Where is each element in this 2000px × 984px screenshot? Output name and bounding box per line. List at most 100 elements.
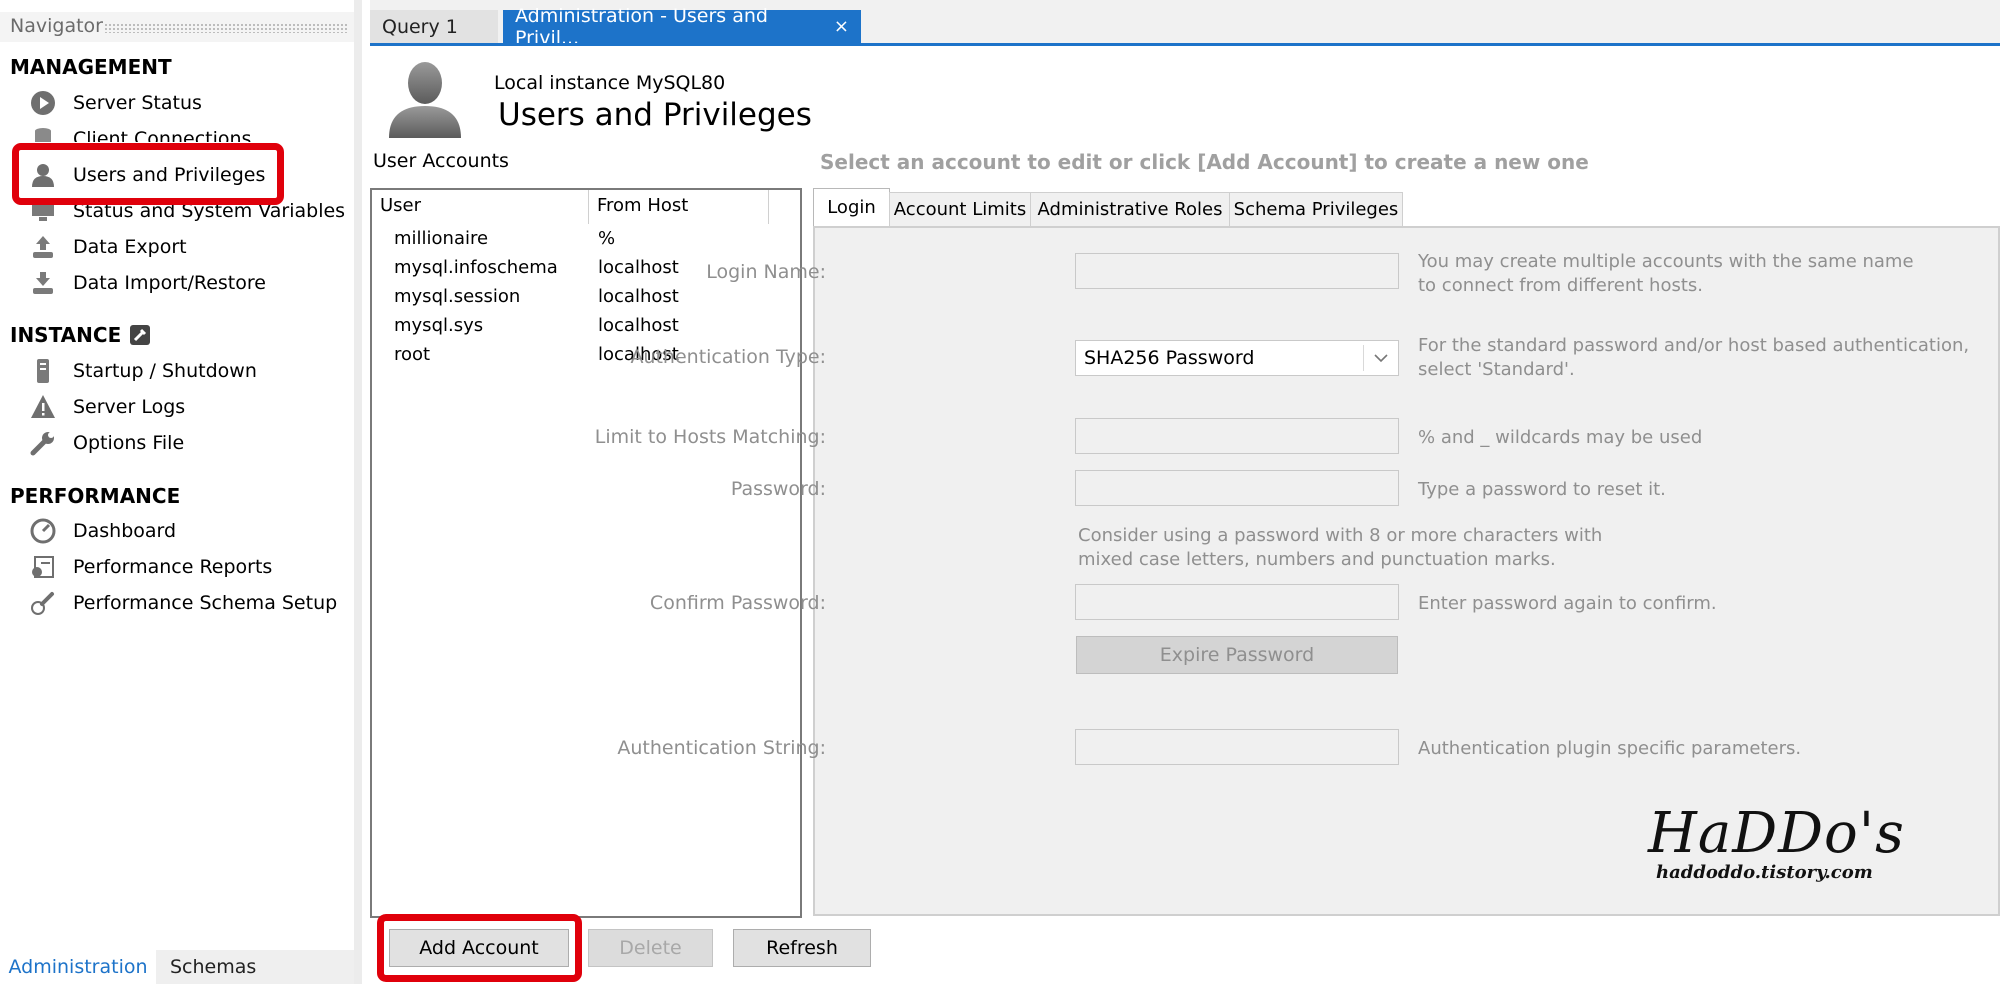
expire-password-button[interactable]: Expire Password [1076,636,1398,674]
navigator-header: Navigator [0,12,354,42]
instance-subtitle: Local instance MySQL80 [494,72,726,94]
nav-item-startup-shutdown[interactable]: Startup / Shutdown [30,356,257,386]
column-header-from-host[interactable]: From Host [597,195,688,216]
refresh-button[interactable]: Refresh [733,929,871,967]
auth-string-field[interactable] [1075,729,1399,765]
auth-type-value: SHA256 Password [1084,347,1255,369]
watermark-name: HaDDo's [1648,801,1905,866]
monitor-icon [30,198,56,224]
nav-item-status-variables[interactable]: Status and System Variables [30,196,345,226]
nav-item-performance-schema-setup[interactable]: Performance Schema Setup [30,588,337,618]
delete-button[interactable]: Delete [588,929,713,967]
auth-type-label: Authentication Type: [630,346,826,368]
hosts-matching-label: Limit to Hosts Matching: [594,426,826,448]
tab-administrative-roles[interactable]: Administrative Roles [1030,192,1230,226]
tab-administration[interactable]: Administration [0,950,156,984]
table-row[interactable]: millionaire % [372,228,800,257]
cell-user: mysql.infoschema [394,257,558,278]
nav-item-label: Data Import/Restore [73,272,266,294]
auth-type-hint-line1: For the standard password and/or host ba… [1418,335,1970,356]
report-icon [30,554,56,580]
nav-item-data-export[interactable]: Data Export [30,232,187,262]
database-icon [30,126,56,142]
password-field[interactable] [1075,470,1399,506]
column-header-user[interactable]: User [380,195,421,216]
auth-type-hint-line2: select 'Standard'. [1418,359,1575,380]
server-icon [30,358,56,384]
cell-host: localhost [598,257,679,278]
nav-item-label: Options File [73,432,185,454]
nav-item-label: Performance Reports [73,556,273,578]
column-separator [768,190,769,224]
watermark-url: haddoddo.tistory.com [1656,862,1873,883]
nav-item-server-logs[interactable]: Server Logs [30,392,185,422]
tab-schemas[interactable]: Schemas [170,950,256,984]
cell-user: root [394,344,431,365]
cell-user: millionaire [394,228,489,249]
tab-account-limits[interactable]: Account Limits [889,192,1031,226]
page-title: Users and Privileges [498,97,812,133]
navigator-grip[interactable] [104,23,348,33]
cell-host: localhost [598,315,679,336]
nav-item-label: Users and Privileges [73,164,266,186]
section-instance-label: INSTANCE [10,323,122,347]
nav-item-options-file[interactable]: Options File [30,428,184,458]
nav-item-label: Server Status [73,92,202,114]
user-avatar-icon [386,60,464,142]
user-accounts-label: User Accounts [373,150,509,172]
cell-user: mysql.sys [394,315,484,336]
user-icon [30,162,56,188]
login-name-field[interactable] [1075,253,1399,289]
nav-item-label: Data Export [73,236,187,258]
nav-item-data-import[interactable]: Data Import/Restore [30,268,266,298]
password-note-line2: mixed case letters, numbers and punctuat… [1078,549,1556,570]
section-management: MANAGEMENT [10,55,172,79]
wrench-icon [30,430,56,456]
nav-item-label: Client Connections [73,128,252,142]
nav-item-label: Performance Schema Setup [73,592,338,614]
tab-login[interactable]: Login [813,188,890,226]
column-separator [588,190,589,224]
navigator-bottom-tabs: Administration Schemas [0,950,354,984]
table-row[interactable]: mysql.session localhost [372,286,800,315]
selection-hint: Select an account to edit or click [Add … [820,150,1589,174]
auth-type-select[interactable]: SHA256 Password [1075,340,1399,376]
tab-schema-privileges[interactable]: Schema Privileges [1229,192,1403,226]
nav-item-users-and-privileges[interactable]: Users and Privileges [30,160,265,190]
upload-icon [30,234,56,260]
confirm-password-label: Confirm Password: [649,592,826,614]
table-row[interactable]: mysql.sys localhost [372,315,800,344]
cell-host: % [598,228,616,249]
confirm-password-field[interactable] [1075,584,1399,620]
nav-item-server-status[interactable]: Server Status [30,88,202,118]
user-accounts-header: User From Host [372,190,800,224]
tab-query-1[interactable]: Query 1 [370,10,498,43]
tab-query-label: Query 1 [382,15,458,38]
nav-item-dashboard[interactable]: Dashboard [30,516,176,546]
password-note: Consider using a password with 8 or more… [1078,524,1602,572]
add-account-button[interactable]: Add Account [389,929,569,967]
tab-admin-label: Administration - Users and Privil... [515,4,768,49]
tab-administration-users[interactable]: Administration - Users and Privil... × [503,5,861,49]
user-accounts-list[interactable]: User From Host millionaire % mysql.infos… [370,188,802,918]
instance-settings-icon[interactable] [129,324,151,346]
password-note-line1: Consider using a password with 8 or more… [1078,525,1603,546]
navigator-title: Navigator [10,15,103,37]
nav-item-client-connections[interactable]: Client Connections [30,126,251,142]
close-icon[interactable]: × [834,16,849,37]
download-icon [30,270,56,296]
cell-host: localhost [598,286,679,307]
confirm-password-hint: Enter password again to confirm. [1418,593,1717,614]
login-name-hint-line2: to connect from different hosts. [1418,275,1704,296]
cell-user: mysql.session [394,286,521,307]
nav-item-label: Status and System Variables [73,200,346,222]
gauge-icon [30,518,56,544]
chevron-down-icon[interactable] [1371,347,1391,373]
watermark: HaDDo's haddoddo.tistory.com [1648,801,1905,884]
nav-item-label: Server Logs [73,396,186,418]
nav-item-performance-reports[interactable]: Performance Reports [30,552,272,582]
hosts-matching-hint: % and _ wildcards may be used [1418,427,1703,448]
auth-type-hint: For the standard password and/or host ba… [1418,334,1969,382]
hosts-matching-field[interactable] [1075,418,1399,454]
login-name-hint-line1: You may create multiple accounts with th… [1418,251,1914,272]
